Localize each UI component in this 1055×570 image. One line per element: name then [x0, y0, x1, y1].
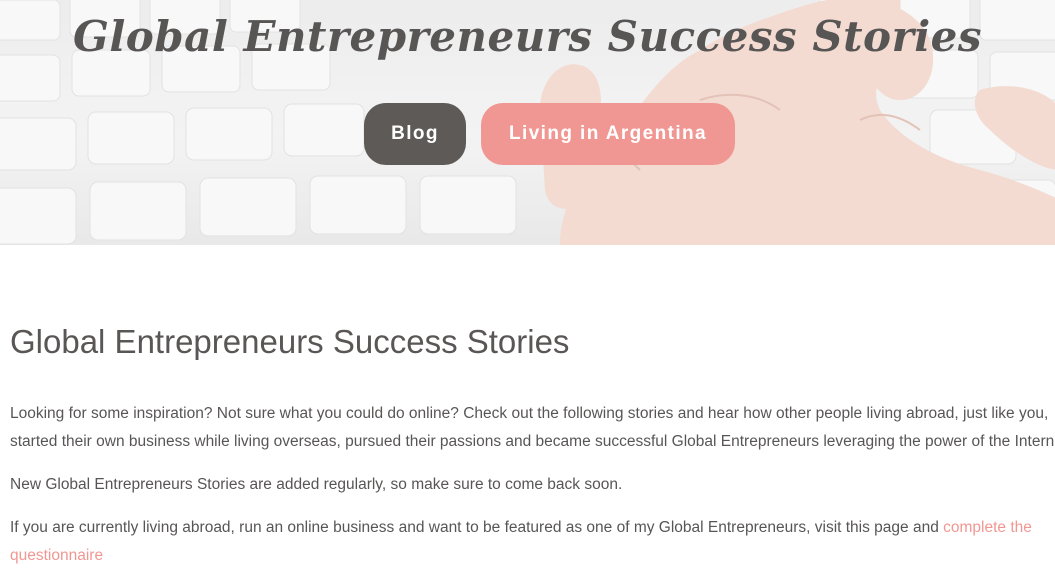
questionnaire-link[interactable]: complete the: [943, 519, 1032, 536]
feature-text: If you are currently living abroad, run …: [10, 519, 944, 536]
nav-living-in-argentina-button[interactable]: Living in Argentina: [481, 103, 735, 165]
questionnaire-link-continued[interactable]: questionnaire: [10, 547, 103, 564]
hero-banner: Global Entrepreneurs Success Stories Blo…: [0, 0, 1055, 245]
page-title: Global Entrepreneurs Success Stories: [10, 323, 570, 360]
feature-paragraph: If you are currently living abroad, run …: [10, 514, 1055, 570]
intro-line-2: started their own business while living …: [10, 433, 1055, 450]
intro-paragraph: Looking for some inspiration? Not sure w…: [10, 400, 1055, 456]
update-paragraph: New Global Entrepreneurs Stories are add…: [10, 476, 623, 493]
site-title[interactable]: Global Entrepreneurs Success Stories: [0, 12, 1055, 61]
intro-line-1: Looking for some inspiration? Not sure w…: [10, 405, 1049, 422]
nav-blog-button[interactable]: Blog: [364, 103, 466, 165]
